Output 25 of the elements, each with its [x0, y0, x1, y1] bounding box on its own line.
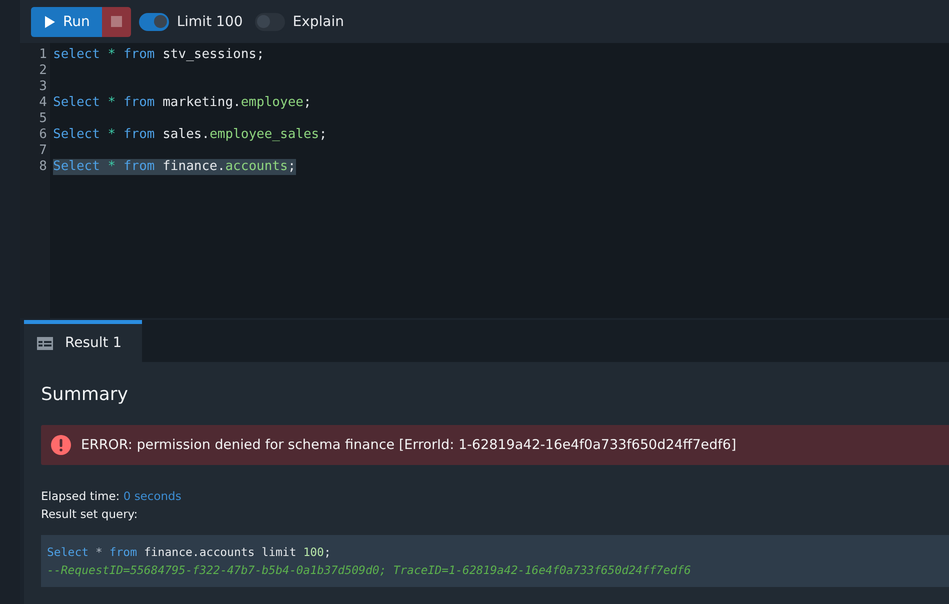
toggle-switch[interactable]: [138, 12, 169, 30]
query-line: --RequestID=55684795-f322-47b7-b5b4-0a1b37d509d0; TraceID=1-62819a42-16e4f0a733f650d24ff7edf6: [47, 562, 692, 579]
table-icon: [37, 336, 53, 350]
query-label: Result set query:: [41, 507, 138, 521]
line-number: 7: [39, 143, 48, 159]
line-number: 1: [39, 47, 48, 63]
run-button[interactable]: Run: [31, 6, 102, 36]
error-message: ERROR: permission denied for schema finance [ErrorId: 1-62819a42-16e4f0a733f650d24ff7edf6]: [81, 437, 736, 453]
error-icon: [51, 435, 71, 455]
line-number: 4: [39, 95, 48, 111]
line-number: 8: [39, 159, 48, 175]
toggle-switch[interactable]: [254, 12, 285, 30]
toggle-label: Limit 100: [176, 14, 243, 30]
line-number: 2: [39, 63, 48, 79]
line-number: 6: [39, 127, 48, 143]
play-icon: [45, 16, 55, 28]
summary-title: Summary: [41, 384, 129, 405]
result-tab[interactable]: Result 1: [24, 320, 142, 362]
toggle-label: Explain: [292, 14, 344, 30]
stop-icon: [110, 16, 122, 27]
elapsed-label: Elapsed time:: [41, 489, 120, 503]
line-number: 3: [39, 79, 48, 95]
line-number: 5: [39, 111, 48, 127]
query-line: Select * from finance.accounts limit 100;: [47, 544, 332, 561]
elapsed-value: 0 seconds: [123, 489, 182, 503]
